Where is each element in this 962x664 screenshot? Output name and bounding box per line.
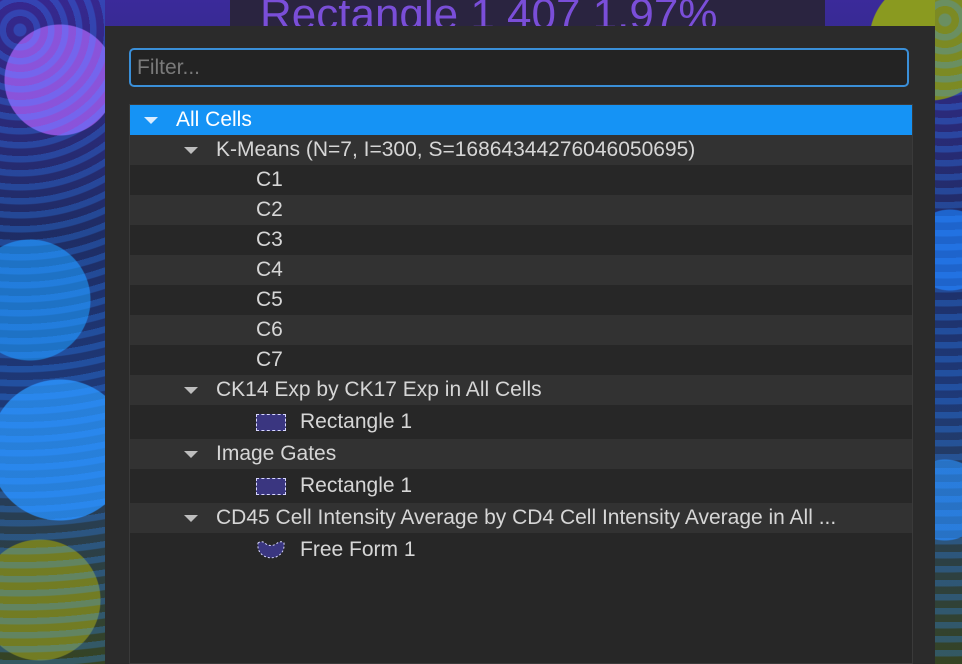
expand-arrow-icon[interactable] <box>184 451 198 458</box>
freeform-gate-icon <box>257 541 285 559</box>
tree-item-cluster-c3[interactable]: C3 <box>130 225 912 255</box>
cell-segmentation-overlay-right <box>935 0 962 664</box>
tree-item-label: Rectangle 1 <box>300 410 413 433</box>
expand-arrow-icon[interactable] <box>184 387 198 394</box>
tree-item-cluster-c2[interactable]: C2 <box>130 195 912 225</box>
tree-item-cd45-plot[interactable]: CD45 Cell Intensity Average by CD4 Cell … <box>130 503 912 533</box>
tree-item-label: C3 <box>256 228 283 251</box>
tree-item-label: Rectangle 1 <box>300 474 413 497</box>
filter-input[interactable] <box>131 50 907 85</box>
rectangle-gate-icon <box>256 414 286 431</box>
tree-item-label: K-Means (N=7, I=300, S=16864344276046050… <box>216 138 696 161</box>
tree-item-label: C6 <box>256 318 283 341</box>
tree-item-label: C4 <box>256 258 283 281</box>
tree-item-all-cells[interactable]: All Cells <box>130 105 912 135</box>
gate-overlay-text: Rectangle 1 407 1.97% <box>260 0 718 26</box>
expand-arrow-icon[interactable] <box>184 147 198 154</box>
tree-item-image-rectangle-1[interactable]: Rectangle 1 <box>130 469 912 503</box>
tree-item-label: CD45 Cell Intensity Average by CD4 Cell … <box>216 506 837 529</box>
population-picker-panel: All Cells K-Means (N=7, I=300, S=1686434… <box>105 26 935 664</box>
filter-field[interactable] <box>129 48 909 87</box>
tree-item-label: C2 <box>256 198 283 221</box>
tree-item-label: CK14 Exp by CK17 Exp in All Cells <box>216 378 542 401</box>
tree-item-label: C1 <box>256 168 283 191</box>
tree-item-label: Free Form 1 <box>300 538 416 561</box>
tree-item-label: All Cells <box>176 108 252 131</box>
tree-item-kmeans[interactable]: K-Means (N=7, I=300, S=16864344276046050… <box>130 135 912 165</box>
tree-item-ck14-rectangle-1[interactable]: Rectangle 1 <box>130 405 912 439</box>
tree-item-cluster-c4[interactable]: C4 <box>130 255 912 285</box>
tree-item-cluster-c6[interactable]: C6 <box>130 315 912 345</box>
expand-arrow-icon[interactable] <box>144 117 158 124</box>
gate-overlay-label: Rectangle 1 407 1.97% <box>230 0 825 26</box>
rectangle-gate-icon <box>256 478 286 495</box>
tree-item-free-form-1[interactable]: Free Form 1 <box>130 533 912 567</box>
cell-segmentation-overlay-left <box>0 0 105 664</box>
expand-arrow-icon[interactable] <box>184 515 198 522</box>
tree-item-label: C5 <box>256 288 283 311</box>
tree-item-cluster-c1[interactable]: C1 <box>130 165 912 195</box>
tree-item-label: Image Gates <box>216 442 337 465</box>
population-tree: All Cells K-Means (N=7, I=300, S=1686434… <box>129 104 913 664</box>
tree-item-image-gates[interactable]: Image Gates <box>130 439 912 469</box>
tree-item-ck14-plot[interactable]: CK14 Exp by CK17 Exp in All Cells <box>130 375 912 405</box>
tree-item-cluster-c7[interactable]: C7 <box>130 345 912 375</box>
tree-item-label: C7 <box>256 348 283 371</box>
tree-item-cluster-c5[interactable]: C5 <box>130 285 912 315</box>
